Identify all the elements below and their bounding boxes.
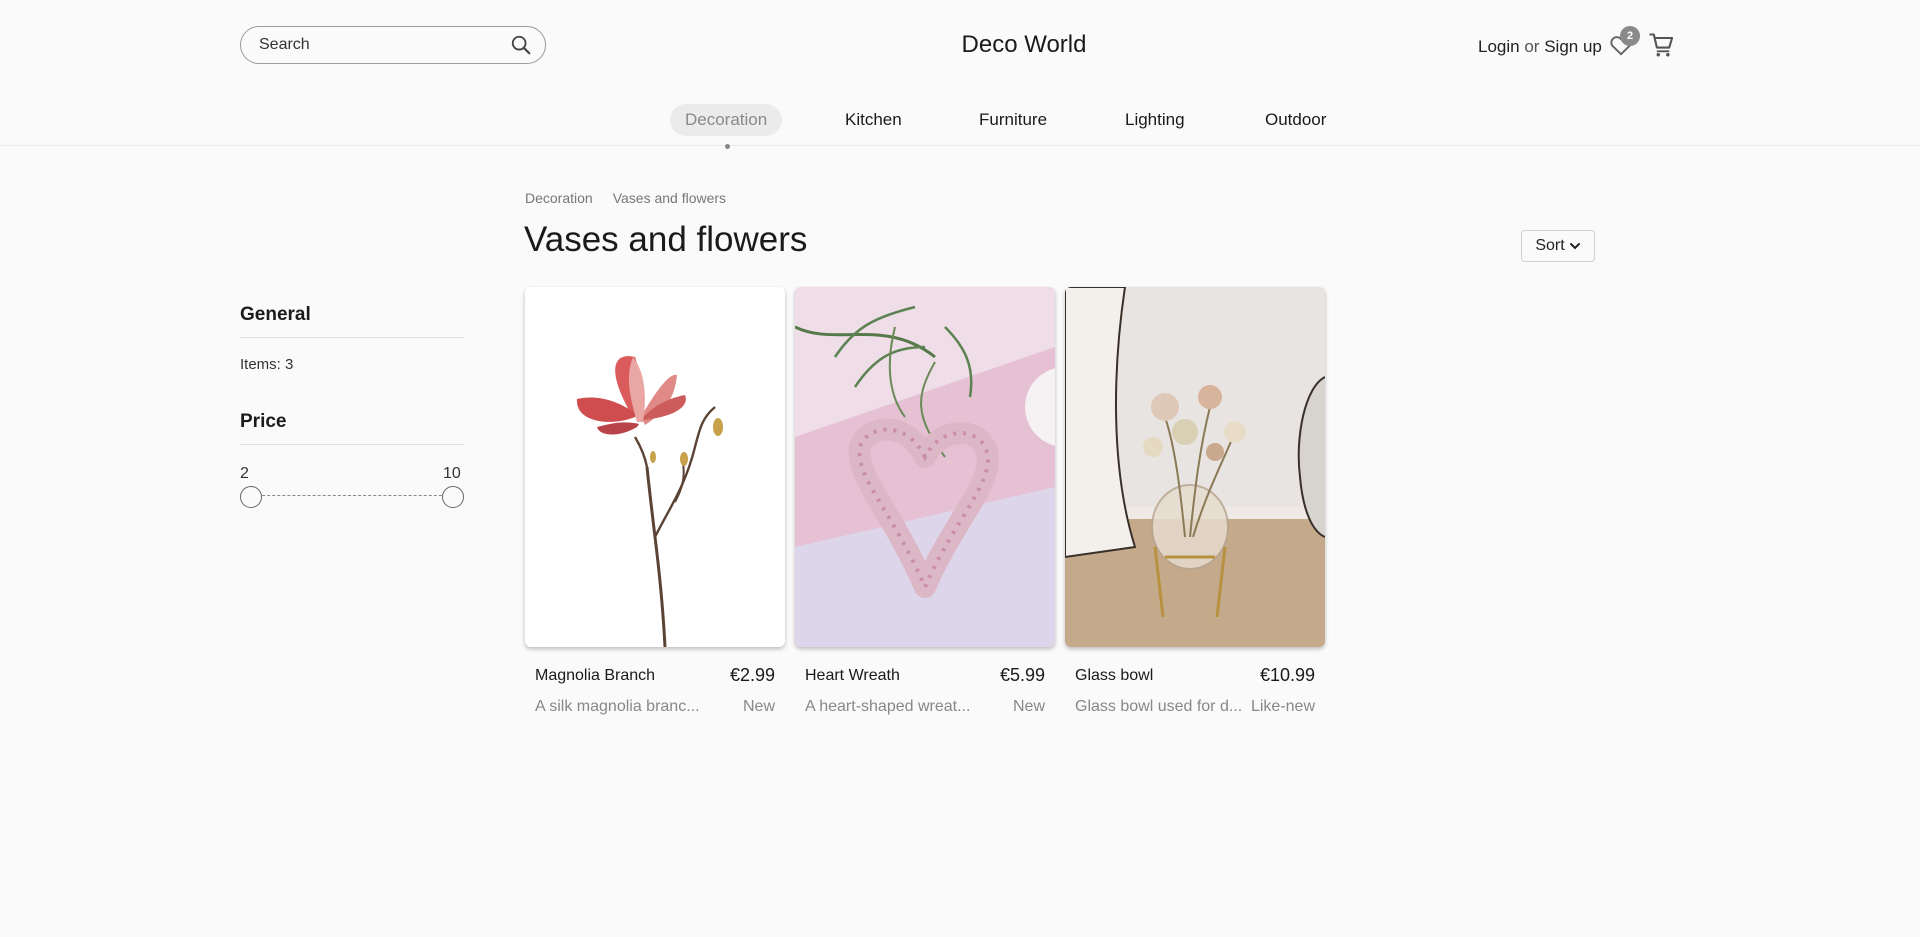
product-price: €2.99 bbox=[729, 665, 775, 685]
search-icon[interactable] bbox=[509, 33, 533, 57]
category-tab-lighting[interactable]: Lighting bbox=[1110, 104, 1200, 136]
brand-logo[interactable]: Deco World bbox=[962, 31, 1087, 58]
product-description: A silk magnolia branc... bbox=[535, 698, 700, 715]
category-tab-kitchen[interactable]: Kitchen bbox=[830, 104, 917, 136]
price-range-track[interactable] bbox=[252, 495, 452, 496]
price-heading: Price bbox=[240, 411, 287, 432]
product-price: €10.99 bbox=[1259, 665, 1315, 685]
breadcrumb-item-decoration[interactable]: Decoration bbox=[525, 190, 593, 206]
product-price: €5.99 bbox=[999, 665, 1045, 685]
breadcrumb: Decoration Vases and flowers bbox=[525, 190, 726, 206]
product-description: Glass bowl used for d... bbox=[1075, 698, 1243, 715]
login-link[interactable]: Login bbox=[1478, 37, 1520, 56]
product-condition: New bbox=[1012, 698, 1045, 715]
product-name[interactable]: Glass bowl bbox=[1075, 667, 1153, 685]
product-image[interactable] bbox=[1065, 287, 1325, 647]
product-name[interactable]: Magnolia Branch bbox=[535, 667, 655, 685]
category-nav: Decoration Kitchen Furniture Lighting Ou… bbox=[0, 100, 1920, 149]
product-condition: Like-new bbox=[1250, 698, 1315, 715]
cart-button[interactable] bbox=[1648, 31, 1676, 59]
divider bbox=[240, 337, 464, 338]
product-image[interactable] bbox=[525, 287, 785, 647]
site-header: Deco World Login or Sign up 2 bbox=[0, 0, 1920, 92]
price-max-label: 10 bbox=[443, 465, 461, 482]
product-card[interactable]: Heart Wreath €5.99 A heart-shaped wreat.… bbox=[795, 287, 1055, 716]
product-condition: New bbox=[742, 698, 775, 715]
product-image[interactable] bbox=[795, 287, 1055, 647]
wishlist-count-badge: 2 bbox=[1620, 26, 1640, 46]
price-min-handle[interactable] bbox=[240, 486, 262, 508]
general-heading: General bbox=[240, 304, 311, 325]
wishlist-button[interactable]: 2 bbox=[1608, 26, 1640, 58]
product-card[interactable]: Magnolia Branch €2.99 A silk magnolia br… bbox=[525, 287, 785, 716]
cart-icon bbox=[1649, 33, 1674, 57]
or-label: or bbox=[1524, 37, 1540, 56]
category-tab-outdoor[interactable]: Outdoor bbox=[1250, 104, 1341, 136]
account-links: Login or Sign up bbox=[1478, 37, 1602, 57]
search-input[interactable] bbox=[259, 36, 509, 54]
active-indicator-dot bbox=[725, 144, 730, 149]
search-box[interactable] bbox=[240, 26, 546, 64]
signup-link[interactable]: Sign up bbox=[1544, 37, 1602, 56]
category-tab-decoration[interactable]: Decoration bbox=[670, 104, 783, 136]
price-max-handle[interactable] bbox=[442, 486, 464, 508]
sort-label: Sort bbox=[1535, 237, 1565, 254]
chevron-down-icon bbox=[1569, 243, 1580, 250]
product-card[interactable]: Glass bowl €10.99 Glass bowl used for d.… bbox=[1065, 287, 1325, 716]
category-tab-furniture[interactable]: Furniture bbox=[964, 104, 1062, 136]
product-description: A heart-shaped wreat... bbox=[805, 698, 971, 715]
items-count: Items: 3 bbox=[240, 356, 294, 373]
page-title: Vases and flowers bbox=[524, 220, 808, 259]
sort-button[interactable]: Sort bbox=[1521, 230, 1595, 262]
divider bbox=[240, 444, 464, 445]
product-name[interactable]: Heart Wreath bbox=[805, 667, 900, 685]
price-min-label: 2 bbox=[240, 465, 249, 482]
breadcrumb-item-vases[interactable]: Vases and flowers bbox=[613, 190, 726, 206]
